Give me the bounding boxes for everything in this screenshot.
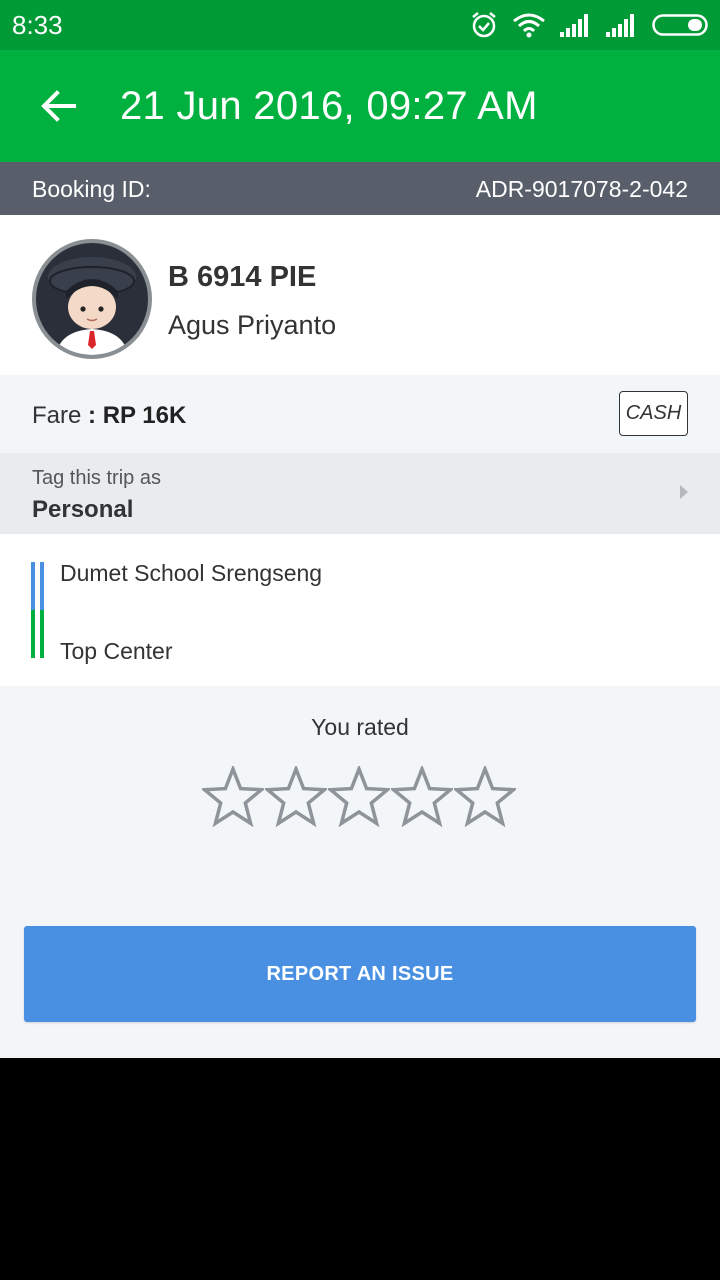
- dropoff-location: Top Center: [60, 638, 173, 664]
- star-icon[interactable]: [201, 766, 264, 832]
- fare-label: Fare: [32, 402, 82, 429]
- fare-value: : RP 16K: [88, 402, 187, 429]
- star-icon[interactable]: [390, 766, 453, 832]
- vehicle-plate: B 6914 PIE: [168, 261, 317, 293]
- payment-method-badge: CASH: [619, 391, 688, 436]
- signal-icon: [560, 14, 588, 37]
- fare-row: Fare : RP 16K CASH: [0, 375, 720, 453]
- rating-stars: [201, 766, 519, 832]
- driver-card: B 6914 PIE Agus Priyanto: [0, 215, 720, 375]
- fare-text: Fare : RP 16K: [32, 402, 186, 430]
- booking-id-value: ADR-9017078-2-042: [475, 176, 688, 202]
- battery-icon: [652, 14, 708, 36]
- back-arrow-icon: [41, 90, 76, 122]
- alarm-icon: [472, 12, 496, 38]
- booking-id-label: Booking ID:: [32, 176, 151, 202]
- status-time: 8:33: [12, 10, 63, 40]
- tag-trip-row[interactable]: Tag this trip as Personal: [0, 453, 720, 534]
- back-button[interactable]: [28, 76, 88, 136]
- pickup-location: Dumet School Srengseng: [60, 560, 323, 586]
- wifi-icon: [513, 13, 545, 38]
- status-icons: [470, 10, 708, 40]
- status-bar: 8:33: [0, 0, 720, 50]
- driver-avatar: [32, 239, 152, 359]
- page-title: 21 Jun 2016, 09:27 AM: [120, 84, 538, 128]
- rating-label: You rated: [311, 714, 409, 740]
- chevron-right-icon: [680, 485, 688, 499]
- booking-bar: Booking ID: ADR-9017078-2-042: [0, 162, 720, 215]
- route-line-icon: [31, 562, 45, 658]
- report-issue-button[interactable]: REPORT AN ISSUE: [24, 926, 696, 1022]
- tag-trip-value: Personal: [32, 496, 134, 523]
- app-bar: 21 Jun 2016, 09:27 AM: [0, 50, 720, 162]
- route-card: Dumet School Srengseng Top Center: [0, 534, 720, 686]
- star-icon[interactable]: [327, 766, 390, 832]
- tag-trip-label: Tag this trip as: [32, 467, 161, 489]
- rating-area: You rated REPORT AN ISSUE: [0, 686, 720, 1058]
- driver-name: Agus Priyanto: [168, 310, 337, 340]
- empty-area: [0, 1058, 720, 1280]
- star-icon[interactable]: [264, 766, 327, 832]
- star-icon[interactable]: [453, 766, 516, 832]
- signal-icon: [606, 14, 634, 37]
